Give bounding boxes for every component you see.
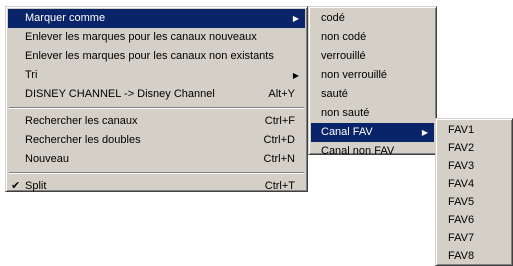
menu-item-label: codé [321, 12, 345, 24]
menu-item-shortcut: Ctrl+N [263, 153, 295, 165]
submenu-item-canal-fav[interactable]: Canal FAV ▶ [311, 123, 434, 142]
submenu-item-non-verrouille[interactable]: non verrouillé [311, 66, 434, 85]
menu-item-tri[interactable]: Tri ▶ [8, 66, 305, 85]
submenu-item-fav5[interactable]: FAV5 [438, 193, 510, 211]
menu-item-label: FAV3 [448, 160, 475, 172]
menu-item-label: Canal FAV [321, 126, 373, 138]
menu-item-rename-disney[interactable]: DISNEY CHANNEL -> Disney Channel Alt+Y [8, 85, 305, 104]
submenu-item-canal-non-fav[interactable]: Canal non FAV [311, 142, 434, 161]
menu-item-label: FAV1 [448, 124, 475, 136]
menu-item-rechercher-canaux[interactable]: Rechercher les canaux Ctrl+F [8, 112, 305, 131]
submenu-item-fav3[interactable]: FAV3 [438, 157, 510, 175]
submenu-item-verrouille[interactable]: verrouillé [311, 47, 434, 66]
submenu-canal-fav: FAV1 FAV2 FAV3 FAV4 FAV5 FAV6 FAV7 FAV8 [435, 118, 513, 266]
menu-separator [8, 104, 305, 112]
menu-item-label: Tri [25, 69, 38, 81]
menu-item-label: FAV5 [448, 196, 475, 208]
menu-separator [8, 169, 305, 177]
menu-item-label: sauté [321, 88, 348, 100]
menu-item-label: FAV2 [448, 142, 475, 154]
submenu-item-saute[interactable]: sauté [311, 85, 434, 104]
menu-item-label: FAV7 [448, 232, 475, 244]
menu-item-label: Rechercher les canaux [25, 115, 138, 127]
menu-item-label: Enlever les marques pour les canaux non … [25, 50, 274, 62]
menu-item-label: Enlever les marques pour les canaux nouv… [25, 31, 257, 43]
menu-item-label: non codé [321, 31, 367, 43]
menu-item-label: FAV8 [448, 250, 475, 262]
menu-item-enlever-marques-nouveaux[interactable]: Enlever les marques pour les canaux nouv… [8, 28, 305, 47]
menu-item-label: Split [25, 180, 47, 192]
submenu-marquer-comme: codé non codé verrouillé non verrouillé … [308, 6, 437, 157]
menu-item-label: non sauté [321, 107, 370, 119]
menu-item-label: FAV6 [448, 214, 475, 226]
menu-item-label: Canal non FAV [321, 145, 395, 157]
submenu-item-code[interactable]: codé [311, 9, 434, 28]
menu-item-nouveau[interactable]: Nouveau Ctrl+N [8, 150, 305, 169]
submenu-item-fav2[interactable]: FAV2 [438, 139, 510, 157]
menu-item-shortcut: Ctrl+D [263, 134, 295, 146]
submenu-item-fav6[interactable]: FAV6 [438, 211, 510, 229]
menu-item-shortcut: Alt+Y [268, 88, 295, 100]
menu-item-label: Marquer comme [25, 12, 106, 24]
submenu-item-fav8[interactable]: FAV8 [438, 247, 510, 265]
checkmark-icon: ✔ [11, 180, 21, 192]
submenu-item-fav1[interactable]: FAV1 [438, 121, 510, 139]
context-menu-main: Marquer comme ▶ Enlever les marques pour… [5, 6, 308, 192]
menu-item-label: FAV4 [448, 178, 475, 190]
submenu-arrow-icon: ▶ [292, 14, 299, 23]
menu-item-label: non verrouillé [321, 69, 388, 81]
menu-item-shortcut: Ctrl+F [264, 115, 295, 127]
menu-item-marquer-comme[interactable]: Marquer comme ▶ [8, 9, 305, 28]
menu-item-label: DISNEY CHANNEL -> Disney Channel [25, 88, 215, 100]
menu-item-rechercher-doubles[interactable]: Rechercher les doubles Ctrl+D [8, 131, 305, 150]
menu-item-label: Rechercher les doubles [25, 134, 141, 146]
submenu-item-fav7[interactable]: FAV7 [438, 229, 510, 247]
submenu-item-fav4[interactable]: FAV4 [438, 175, 510, 193]
menu-item-split[interactable]: ✔ Split Ctrl+T [8, 177, 305, 196]
menu-item-label: verrouillé [321, 50, 366, 62]
menu-item-shortcut: Ctrl+T [264, 180, 295, 192]
submenu-item-non-code[interactable]: non codé [311, 28, 434, 47]
submenu-arrow-icon: ▶ [292, 71, 299, 80]
submenu-arrow-icon: ▶ [421, 128, 428, 137]
menu-item-enlever-marques-non-existants[interactable]: Enlever les marques pour les canaux non … [8, 47, 305, 66]
submenu-item-non-saute[interactable]: non sauté [311, 104, 434, 123]
menu-item-label: Nouveau [25, 153, 70, 165]
